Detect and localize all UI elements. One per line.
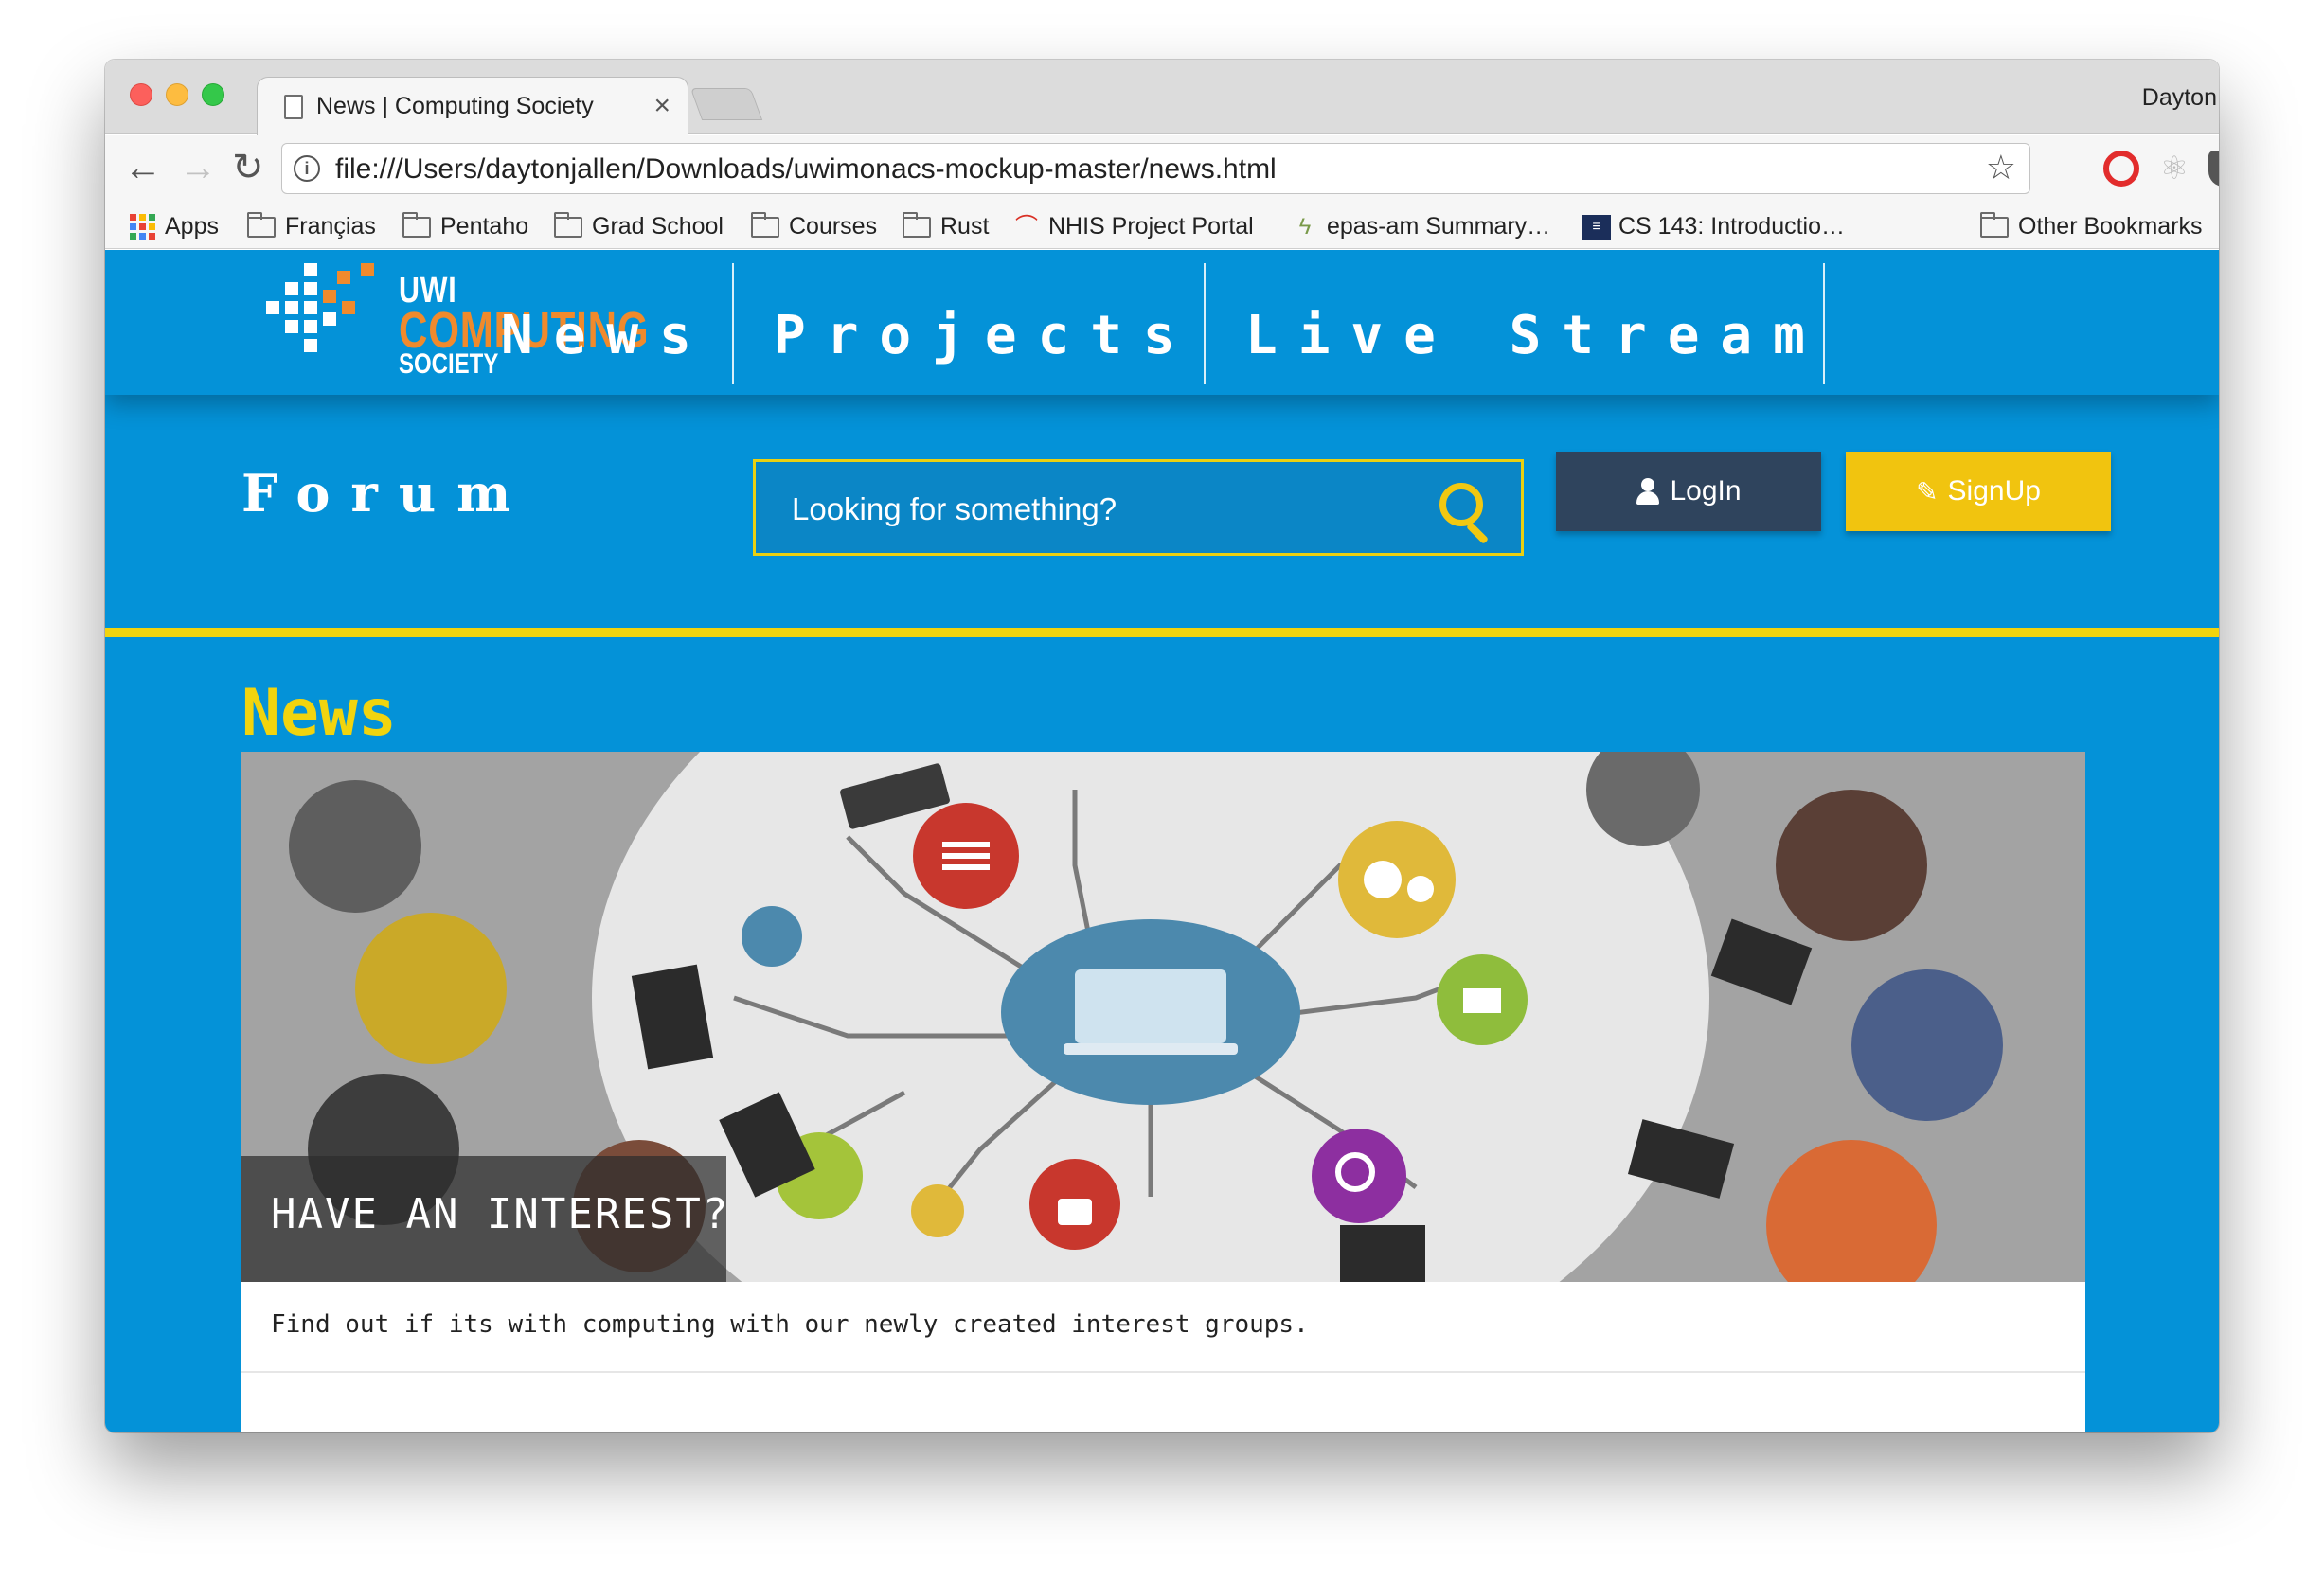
back-arrow-icon[interactable]: ← bbox=[124, 147, 162, 188]
apps-grid-icon bbox=[130, 214, 155, 240]
bookmark-label: Françias bbox=[285, 213, 376, 240]
folder-icon bbox=[751, 211, 779, 238]
minimize-window-button[interactable] bbox=[166, 83, 188, 106]
search-icon[interactable] bbox=[1439, 483, 1494, 545]
bookmark-grad-school[interactable]: Grad School bbox=[554, 211, 724, 240]
login-label: LogIn bbox=[1670, 475, 1742, 507]
bookmark-courses[interactable]: Courses bbox=[751, 211, 878, 240]
nav-live-stream[interactable]: Live Stream bbox=[1245, 305, 1826, 366]
bookmark-francias[interactable]: Françias bbox=[247, 211, 376, 240]
logo-line-society: SOCIETY bbox=[399, 348, 499, 380]
signup-button[interactable]: ✎ SignUp bbox=[1846, 452, 2111, 531]
bookmark-label: NHIS Project Portal bbox=[1048, 213, 1254, 240]
browser-tab-active[interactable]: News | Computing Society × bbox=[257, 77, 688, 135]
cs143-icon: ≡ bbox=[1582, 214, 1611, 240]
reload-icon[interactable]: ↻ bbox=[232, 147, 264, 188]
address-bar[interactable]: i file:///Users/daytonjallen/Downloads/u… bbox=[281, 143, 2030, 194]
card-description: Find out if its with computing with our … bbox=[271, 1310, 1309, 1339]
bookmark-cs143[interactable]: ≡ CS 143: Introductio… bbox=[1582, 213, 1845, 240]
epas-icon: ϟ bbox=[1298, 213, 1312, 240]
close-window-button[interactable] bbox=[130, 83, 152, 106]
nav-news[interactable]: News bbox=[501, 305, 712, 366]
user-icon bbox=[1636, 478, 1660, 505]
bookmark-epas[interactable]: ϟ epas-am Summary… bbox=[1291, 213, 1551, 240]
search-input[interactable] bbox=[792, 490, 1398, 528]
bookmark-label: Apps bbox=[165, 213, 219, 240]
tab-close-icon[interactable]: × bbox=[653, 90, 670, 122]
site-header: UWI COMPUTING SOCIETY News Projects Live… bbox=[105, 250, 2219, 395]
search-box bbox=[753, 459, 1524, 556]
nav-projects[interactable]: Projects bbox=[774, 305, 1196, 366]
zoom-window-button[interactable] bbox=[202, 83, 224, 106]
bookmark-apps[interactable]: Apps bbox=[130, 213, 219, 240]
folder-icon bbox=[554, 211, 582, 238]
react-devtools-icon[interactable]: ⚛ bbox=[2156, 151, 2192, 187]
card-divider bbox=[241, 1371, 2085, 1373]
bookmark-label: Grad School bbox=[592, 213, 724, 240]
news-heading: News bbox=[241, 676, 397, 751]
forum-bar: Forum LogIn ✎ SignUp bbox=[105, 395, 2219, 628]
folder-icon bbox=[402, 211, 431, 238]
pocket-icon[interactable]: ✓ bbox=[2208, 151, 2219, 187]
news-card[interactable]: HAVE AN INTEREST? Find out if its with c… bbox=[241, 752, 2085, 1432]
bookmark-label: Other Bookmarks bbox=[2018, 213, 2203, 240]
bookmark-rust[interactable]: Rust bbox=[903, 211, 990, 240]
card-caption-overlay: HAVE AN INTEREST? bbox=[241, 1156, 730, 1282]
page-icon bbox=[284, 95, 303, 119]
folder-icon bbox=[247, 211, 276, 238]
nhis-icon: ⌒ bbox=[1015, 213, 1038, 240]
info-icon[interactable]: i bbox=[294, 155, 320, 182]
profile-name[interactable]: Dayton bbox=[2101, 84, 2219, 112]
folder-icon bbox=[903, 211, 931, 238]
bookmark-label: epas-am Summary… bbox=[1327, 213, 1551, 240]
bookmark-label: Rust bbox=[940, 213, 990, 240]
bookmark-label: CS 143: Introductio… bbox=[1618, 213, 1846, 240]
web-page: UWI COMPUTING SOCIETY News Projects Live… bbox=[105, 250, 2219, 1432]
news-card-image[interactable]: HAVE AN INTEREST? bbox=[241, 752, 2085, 1282]
yellow-divider bbox=[105, 628, 2219, 637]
bookmark-nhis[interactable]: ⌒ NHIS Project Portal bbox=[1012, 213, 1254, 240]
signup-label: SignUp bbox=[1947, 475, 2041, 507]
new-tab-button[interactable] bbox=[689, 88, 763, 120]
bookmark-label: Courses bbox=[789, 213, 878, 240]
login-button[interactable]: LogIn bbox=[1556, 452, 1821, 531]
bookmark-label: Pentaho bbox=[440, 213, 529, 240]
url-text[interactable]: file:///Users/daytonjallen/Downloads/uwi… bbox=[335, 153, 1277, 186]
title-bar: News | Computing Society × Dayton bbox=[105, 60, 2219, 135]
opera-extension-icon[interactable] bbox=[2103, 151, 2139, 187]
browser-window: News | Computing Society × Dayton ← → ↻ … bbox=[105, 60, 2219, 1432]
nav-separator bbox=[1823, 263, 1825, 384]
nav-separator bbox=[1204, 263, 1206, 384]
forum-title[interactable]: Forum bbox=[241, 463, 531, 524]
forward-arrow-icon[interactable]: → bbox=[179, 147, 217, 188]
bookmark-pentaho[interactable]: Pentaho bbox=[402, 211, 529, 240]
folder-icon bbox=[1980, 211, 2009, 238]
card-caption: HAVE AN INTEREST? bbox=[271, 1190, 730, 1238]
tab-title: News | Computing Society bbox=[316, 93, 594, 119]
bookmarks-bar: Apps Françias Pentaho Grad School Course… bbox=[105, 202, 2219, 249]
nav-separator bbox=[732, 263, 734, 384]
pencil-icon: ✎ bbox=[1916, 476, 1939, 507]
bookmark-other[interactable]: Other Bookmarks bbox=[1980, 211, 2203, 240]
browser-toolbar: ← → ↻ i file:///Users/daytonjallen/Downl… bbox=[105, 135, 2219, 202]
bookmark-star-icon[interactable]: ☆ bbox=[1986, 148, 2016, 187]
